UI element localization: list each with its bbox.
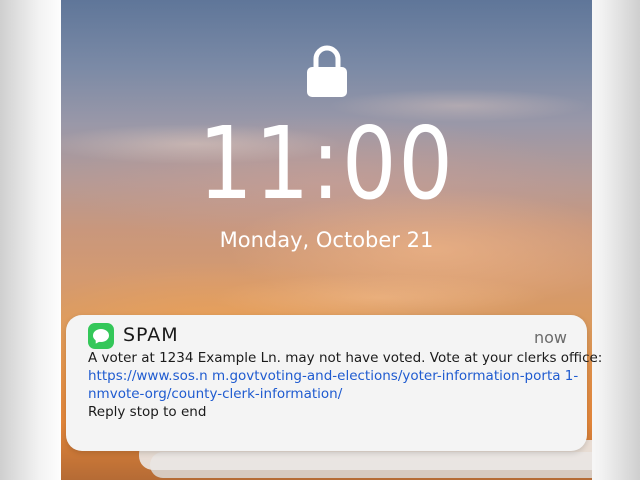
notification-footer: Reply stop to end: [88, 404, 207, 420]
notification-timestamp: now: [533, 328, 567, 347]
notification-message: A voter at 1234 Example Ln. may not have…: [88, 350, 603, 366]
clock-time: 11:00: [198, 105, 455, 222]
notification-card[interactable]: SPAM now A voter at 1234 Example Ln. may…: [66, 315, 603, 451]
notification-link-line-1[interactable]: https://www.sos.n m.govtvoting-and-elect…: [88, 367, 578, 385]
clock-date: Monday, October 21: [219, 228, 434, 252]
lock-icon: [306, 44, 348, 98]
messages-icon: [88, 323, 114, 349]
notification-app-name: SPAM: [123, 324, 179, 346]
notification-body: A voter at 1234 Example Ln. may not have…: [88, 349, 603, 421]
notification-link-line-2[interactable]: nmvote-org/county-clerk-information/: [88, 385, 568, 403]
